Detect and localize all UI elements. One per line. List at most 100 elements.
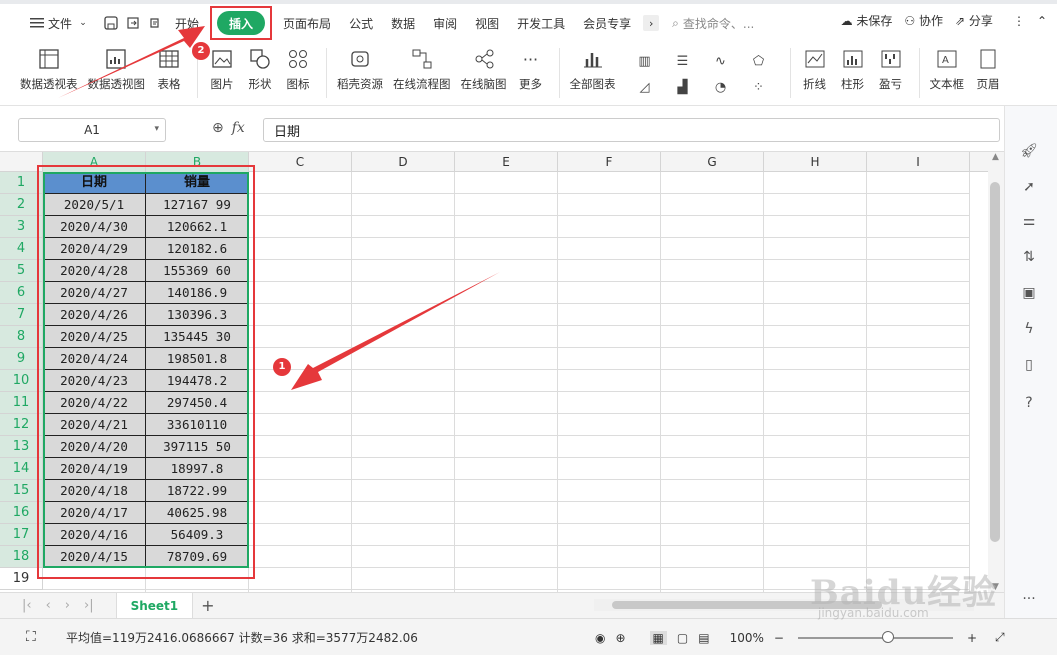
lightning-icon[interactable]: ϟ <box>1018 318 1040 340</box>
pie-chart-icon[interactable]: ◔ <box>702 74 740 100</box>
unsaved-button[interactable]: ☁ 未保存 <box>841 12 893 29</box>
help-icon[interactable]: ? <box>1018 392 1040 414</box>
sparkline-column-button[interactable]: 柱形 <box>839 42 867 92</box>
sales-cell[interactable]: 120662.1 <box>146 216 249 238</box>
next-sheet-icon[interactable]: › <box>65 598 70 613</box>
zoom-in-icon[interactable]: ⊕ <box>212 120 224 136</box>
column-header-d[interactable]: D <box>352 152 455 172</box>
sales-cell[interactable]: 130396.3 <box>146 304 249 326</box>
date-cell[interactable]: 2020/4/18 <box>43 480 146 502</box>
zoom-slider-knob[interactable] <box>881 630 894 643</box>
cursor-icon[interactable]: ➚ <box>1018 176 1040 198</box>
row-header-16[interactable]: 16 <box>0 502 43 524</box>
sheet-tab[interactable]: Sheet1 <box>115 592 194 619</box>
online-mindmap-button[interactable]: 在线脑图 <box>461 42 507 92</box>
date-cell[interactable]: 2020/4/22 <box>43 392 146 414</box>
row-header-5[interactable]: 5 <box>0 260 43 282</box>
vertical-scrollbar[interactable]: ▲ ▼ <box>988 152 1004 592</box>
date-cell[interactable]: 2020/4/16 <box>43 524 146 546</box>
zoom-out-icon[interactable]: − <box>774 631 784 645</box>
column-header-a[interactable]: A <box>43 152 146 172</box>
column-chart-icon[interactable]: ▥ <box>626 48 664 74</box>
tab-view[interactable]: 视图 <box>466 11 508 35</box>
tab-developer[interactable]: 开发工具 <box>508 11 574 35</box>
save-icon[interactable] <box>103 15 119 31</box>
zoom-in-icon[interactable]: + <box>967 631 977 645</box>
name-box[interactable]: A1 ▾ <box>18 118 166 142</box>
fullscreen-icon[interactable]: ⤢ <box>995 630 1005 645</box>
date-cell[interactable]: 2020/4/24 <box>43 348 146 370</box>
row-header-9[interactable]: 9 <box>0 348 43 370</box>
sales-cell[interactable]: 120182.6 <box>146 238 249 260</box>
prev-sheet-icon[interactable]: ‹ <box>46 598 51 613</box>
date-cell[interactable]: 2020/4/17 <box>43 502 146 524</box>
more-vertical-icon[interactable]: ⋮ <box>1013 14 1025 28</box>
combo-chart-icon[interactable]: ▟ <box>664 74 702 100</box>
date-cell[interactable]: 2020/4/15 <box>43 546 146 568</box>
row-header-14[interactable]: 14 <box>0 458 43 480</box>
row-header-6[interactable]: 6 <box>0 282 43 304</box>
column-header-b[interactable]: B <box>146 152 249 172</box>
command-search[interactable]: ⌕ 查找命令、... <box>672 15 754 32</box>
row-header-19[interactable]: 19 <box>0 568 43 590</box>
sales-cell[interactable]: 18997.8 <box>146 458 249 480</box>
column-header-i[interactable]: I <box>867 152 970 172</box>
row-header-18[interactable]: 18 <box>0 546 43 568</box>
date-cell[interactable]: 2020/4/29 <box>43 238 146 260</box>
tab-review[interactable]: 审阅 <box>424 11 466 35</box>
online-flowchart-button[interactable]: 在线流程图 <box>393 42 451 92</box>
sales-cell[interactable]: 198501.8 <box>146 348 249 370</box>
print-icon[interactable] <box>147 15 163 31</box>
reading-view-icon[interactable]: ▤ <box>698 631 709 645</box>
book-icon[interactable]: ▯ <box>1018 354 1040 376</box>
fx-icon[interactable]: fx <box>232 120 245 136</box>
sales-cell[interactable]: 140186.9 <box>146 282 249 304</box>
row-header-3[interactable]: 3 <box>0 216 43 238</box>
tab-home[interactable]: 开始 <box>166 11 208 35</box>
pivot-table-button[interactable]: 数据透视表 <box>20 42 78 92</box>
row-header-7[interactable]: 7 <box>0 304 43 326</box>
sales-cell[interactable]: 297450.4 <box>146 392 249 414</box>
sales-cell[interactable]: 40625.98 <box>146 502 249 524</box>
date-cell[interactable]: 2020/4/30 <box>43 216 146 238</box>
rocket-icon[interactable]: 🚀︎ <box>1018 140 1040 162</box>
shape-button[interactable]: 形状 <box>246 42 274 92</box>
date-cell[interactable]: 2020/4/19 <box>43 458 146 480</box>
header-cell-date[interactable]: 日期 <box>43 172 146 194</box>
column-header-e[interactable]: E <box>455 152 558 172</box>
sales-cell[interactable]: 18722.99 <box>146 480 249 502</box>
transfer-icon[interactable]: ⇅ <box>1018 246 1040 268</box>
sales-cell[interactable]: 78709.69 <box>146 546 249 568</box>
last-sheet-icon[interactable]: ›| <box>84 598 94 613</box>
select-all-corner[interactable] <box>0 152 43 172</box>
sales-cell[interactable]: 127167 99 <box>146 194 249 216</box>
tab-insert[interactable]: 插入 <box>217 11 266 35</box>
date-cell[interactable]: 2020/5/1 <box>43 194 146 216</box>
radar-chart-icon[interactable]: ⬠ <box>740 48 778 74</box>
column-header-c[interactable]: C <box>249 152 352 172</box>
file-menu[interactable]: 文件 ⌄ <box>20 10 100 36</box>
date-cell[interactable]: 2020/4/28 <box>43 260 146 282</box>
area-chart-icon[interactable]: ◿ <box>626 74 664 100</box>
row-header-2[interactable]: 2 <box>0 194 43 216</box>
sales-cell[interactable]: 33610110 <box>146 414 249 436</box>
normal-view-icon[interactable]: ▦ <box>649 630 667 645</box>
row-header-8[interactable]: 8 <box>0 326 43 348</box>
tab-formulas[interactable]: 公式 <box>340 11 382 35</box>
tab-page-layout[interactable]: 页面布局 <box>274 11 340 35</box>
bar-chart-icon[interactable]: ☰ <box>664 48 702 74</box>
row-header-11[interactable]: 11 <box>0 392 43 414</box>
row-header-10[interactable]: 10 <box>0 370 43 392</box>
column-header-h[interactable]: H <box>764 152 867 172</box>
date-cell[interactable]: 2020/4/27 <box>43 282 146 304</box>
date-cell[interactable]: 2020/4/25 <box>43 326 146 348</box>
formula-input[interactable]: 日期 <box>263 118 1000 142</box>
date-cell[interactable]: 2020/4/26 <box>43 304 146 326</box>
textbox-button[interactable]: A 文本框 <box>930 42 964 92</box>
share-button[interactable]: ⇗ 分享 <box>955 12 993 29</box>
column-header-f[interactable]: F <box>558 152 661 172</box>
scroll-up-icon[interactable]: ▲ <box>992 152 999 162</box>
row-header-15[interactable]: 15 <box>0 480 43 502</box>
sliders-icon[interactable]: ⚌ <box>1018 210 1040 232</box>
collaborate-button[interactable]: ⚇ 协作 <box>904 12 943 29</box>
